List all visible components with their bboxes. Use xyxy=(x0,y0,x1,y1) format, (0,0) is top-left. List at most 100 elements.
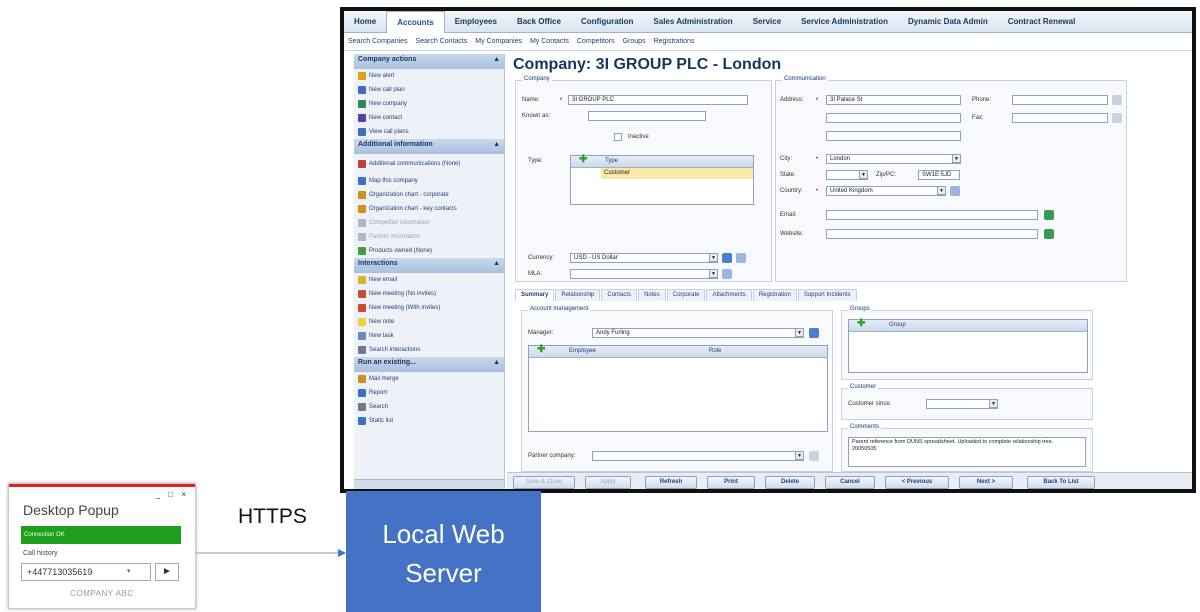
lookup-icon[interactable] xyxy=(722,269,732,279)
sidebar-item-new-company[interactable]: New company xyxy=(354,97,504,111)
menu-back-office[interactable]: Back Office xyxy=(507,11,571,32)
submenu-competitors[interactable]: Competitors xyxy=(573,33,619,50)
lookup-icon[interactable] xyxy=(809,451,819,461)
city-select[interactable]: London xyxy=(826,154,961,164)
submenu-groups[interactable]: Groups xyxy=(619,33,650,50)
lookup-icon[interactable] xyxy=(950,186,960,196)
add-icon[interactable]: ✚ xyxy=(857,318,865,329)
send-email-icon[interactable] xyxy=(1044,210,1054,220)
apply-button[interactable]: Apply xyxy=(585,476,631,489)
menu-contract-renewal[interactable]: Contract Renewal xyxy=(998,11,1086,32)
sidebar-item-new-task[interactable]: New task xyxy=(354,329,504,343)
address-line-2[interactable] xyxy=(826,113,961,123)
phone-number-input[interactable]: +447713035619 xyxy=(21,563,151,581)
tab-relationship[interactable]: Relationship xyxy=(555,289,601,301)
print-button[interactable]: Print xyxy=(707,476,755,489)
sidebar-item-view-call-plans[interactable]: View call plans xyxy=(354,125,504,139)
add-icon[interactable]: ✚ xyxy=(537,344,545,355)
sidebar-item-new-contact[interactable]: New contact xyxy=(354,111,504,125)
sidebar-item-static-list[interactable]: Static list xyxy=(354,414,504,428)
cancel-button[interactable]: Cancel xyxy=(825,476,875,489)
fax-field[interactable] xyxy=(1012,113,1108,123)
sidebar-item-search-interactions[interactable]: Search interactions xyxy=(354,343,504,357)
sidebar-item-mail-merge[interactable]: Mail merge xyxy=(354,372,504,386)
tab-support-incidents[interactable]: Support Incidents xyxy=(797,289,857,301)
type-row[interactable]: Customer xyxy=(601,168,753,179)
address-line-3[interactable] xyxy=(826,131,961,141)
call-button[interactable]: ► xyxy=(155,563,179,581)
menu-service-administration[interactable]: Service Administration xyxy=(791,11,898,32)
submenu-search-contacts[interactable]: Search Contacts xyxy=(412,33,472,50)
sidebar-item-competitor-information[interactable]: Competitor information xyxy=(354,216,504,230)
type-grid[interactable]: ✚ Type Customer xyxy=(570,154,754,205)
section-interactions[interactable]: Interactions ▲ xyxy=(354,258,504,273)
menu-employees[interactable]: Employees xyxy=(445,11,507,32)
phone-icon[interactable] xyxy=(1112,95,1122,105)
menu-service[interactable]: Service xyxy=(743,11,791,32)
partner-company-select[interactable] xyxy=(592,451,804,461)
back-to-list-button[interactable]: Back To List xyxy=(1027,476,1095,489)
chevron-down-icon[interactable]: ▼ xyxy=(859,170,868,179)
sidebar-scrollbar[interactable] xyxy=(354,479,504,489)
sidebar-item-search[interactable]: Search xyxy=(354,400,504,414)
submenu-registrations[interactable]: Registrations xyxy=(650,33,699,50)
groups-grid[interactable]: ✚ Group xyxy=(848,318,1088,373)
sidebar-item-report[interactable]: Report xyxy=(354,386,504,400)
chevron-down-icon[interactable]: ▼ xyxy=(795,328,804,337)
collapse-icon[interactable]: ▲ xyxy=(493,141,500,154)
sidebar-item-org-chart-key-contacts[interactable]: Organization chart - key contacts xyxy=(354,202,504,216)
previous-button[interactable]: < Previous xyxy=(885,476,949,489)
menu-accounts[interactable]: Accounts xyxy=(386,11,445,33)
sidebar-item-partner-information[interactable]: Partner information xyxy=(354,230,504,244)
edit-icon[interactable] xyxy=(722,253,732,263)
collapse-icon[interactable]: ▲ xyxy=(493,260,500,273)
tab-attachments[interactable]: Attachments xyxy=(706,289,752,301)
submenu-my-contacts[interactable]: My Contacts xyxy=(526,33,573,50)
window-controls[interactable]: _ □ × xyxy=(156,490,189,499)
fax-icon[interactable] xyxy=(1112,113,1122,123)
section-company-actions[interactable]: Company actions ▲ xyxy=(354,54,504,69)
tab-contacts[interactable]: Contacts xyxy=(601,289,638,301)
sidebar-item-map-company[interactable]: Map this company xyxy=(354,174,504,188)
add-icon[interactable]: ✚ xyxy=(579,154,587,165)
known-as-field[interactable] xyxy=(588,111,706,121)
employee-grid[interactable]: ✚ Employee Role xyxy=(528,344,828,432)
zip-field[interactable]: SW1E 5JD xyxy=(918,170,960,180)
sidebar-item-new-meeting-with-invites[interactable]: New meeting (With invites) xyxy=(354,301,504,315)
chevron-down-icon[interactable]: ▼ xyxy=(709,253,718,262)
collapse-icon[interactable]: ▲ xyxy=(493,359,500,372)
inactive-checkbox[interactable] xyxy=(614,133,622,141)
sidebar-item-products-owned[interactable]: Products owned (None) xyxy=(354,244,504,258)
manager-select[interactable]: Andy Furling xyxy=(592,328,804,338)
collapse-icon[interactable]: ▲ xyxy=(493,56,500,69)
open-website-icon[interactable] xyxy=(1044,229,1054,239)
sidebar-item-additional-communications[interactable]: Additional communications (None) xyxy=(354,154,504,174)
submenu-my-companies[interactable]: My Companies xyxy=(471,33,526,50)
tab-summary[interactable]: Summary xyxy=(515,289,555,301)
tab-corporate[interactable]: Corporate xyxy=(666,289,706,301)
chevron-down-icon[interactable]: ▼ xyxy=(937,186,946,195)
section-additional-information[interactable]: Additional information ▲ xyxy=(354,139,504,154)
name-field[interactable]: 3I GROUP PLC xyxy=(568,95,748,105)
refresh-button[interactable]: Refresh xyxy=(645,476,697,489)
mla-select[interactable] xyxy=(570,269,718,279)
menu-home[interactable]: Home xyxy=(344,11,386,32)
country-select[interactable]: United Kingdom xyxy=(826,186,946,196)
menu-sales-administration[interactable]: Sales Administration xyxy=(643,11,742,32)
sidebar-item-new-alert[interactable]: New alert xyxy=(354,69,504,83)
menu-dynamic-data-admin[interactable]: Dynamic Data Admin xyxy=(898,11,998,32)
chevron-down-icon[interactable]: ▾ xyxy=(127,567,131,575)
chevron-down-icon[interactable]: ▼ xyxy=(795,451,804,460)
currency-select[interactable]: USD - US Dollar xyxy=(570,253,718,263)
comments-textarea[interactable]: Parent reference from DUNS spreadsheet. … xyxy=(848,437,1086,467)
website-field[interactable] xyxy=(826,229,1038,239)
chevron-down-icon[interactable]: ▼ xyxy=(952,154,961,163)
customer-since-select[interactable] xyxy=(926,399,998,409)
tab-notes[interactable]: Notes xyxy=(638,289,666,301)
sidebar-item-new-note[interactable]: New note xyxy=(354,315,504,329)
edit-icon[interactable] xyxy=(809,328,819,338)
phone-field[interactable] xyxy=(1012,95,1108,105)
sidebar-item-new-call-plan[interactable]: New call plan xyxy=(354,83,504,97)
address-line-1[interactable]: 3I Palace St xyxy=(826,95,961,105)
submenu-search-companies[interactable]: Search Companies xyxy=(344,33,412,50)
